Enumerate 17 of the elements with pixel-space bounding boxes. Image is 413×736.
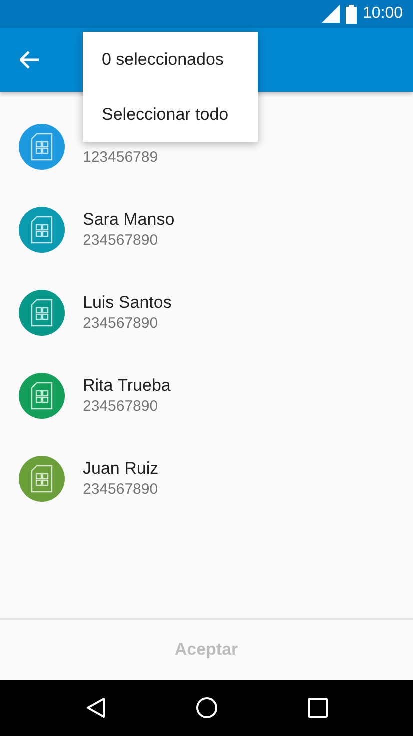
contact-number: 234567890 (83, 480, 159, 500)
battery-icon (346, 4, 357, 24)
menu-item[interactable]: Seleccionar todo (83, 87, 258, 142)
contact-number: 123456789 (83, 148, 158, 168)
contact-name: Juan Ruiz (83, 458, 159, 480)
contact-number: 234567890 (83, 231, 160, 251)
back-icon[interactable] (20, 51, 40, 69)
contact-number: 234567890 (83, 397, 160, 417)
status-time: 10:00 (362, 4, 403, 24)
back-nav-icon[interactable] (86, 697, 106, 719)
contact-name: Sara Manso (83, 209, 175, 231)
contact-name: Luis Santos (83, 292, 172, 314)
signal-icon (322, 5, 340, 23)
contact-name: Rita Trueba (83, 375, 171, 397)
recents-icon[interactable] (308, 698, 328, 718)
contact-number: 234567890 (83, 314, 160, 334)
home-icon[interactable] (196, 697, 218, 719)
